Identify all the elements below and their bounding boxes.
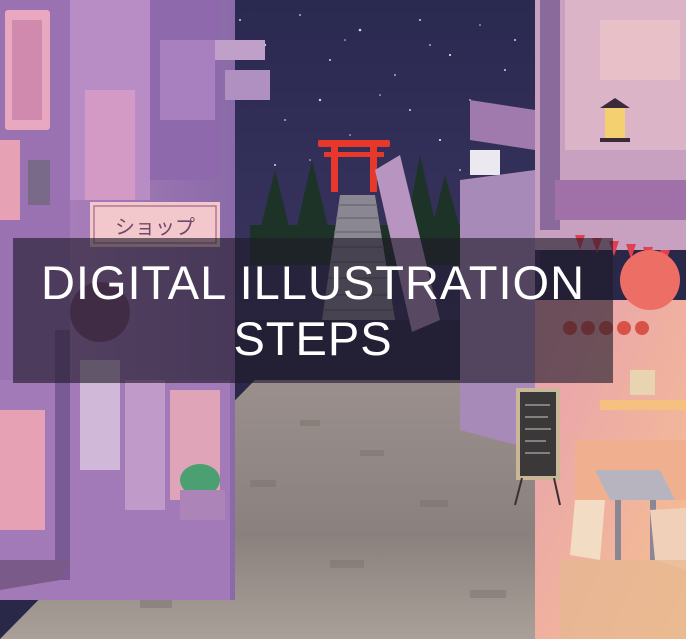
illustration-scene: ショップ DIGITAL ILLUSTRATION STEPS <box>0 0 686 639</box>
title-line-1: DIGITAL ILLUSTRATION <box>40 255 586 309</box>
title-overlay: DIGITAL ILLUSTRATION STEPS <box>13 238 613 383</box>
title-line-2: STEPS <box>233 311 393 365</box>
shop-sign-text: ショップ <box>115 215 195 239</box>
